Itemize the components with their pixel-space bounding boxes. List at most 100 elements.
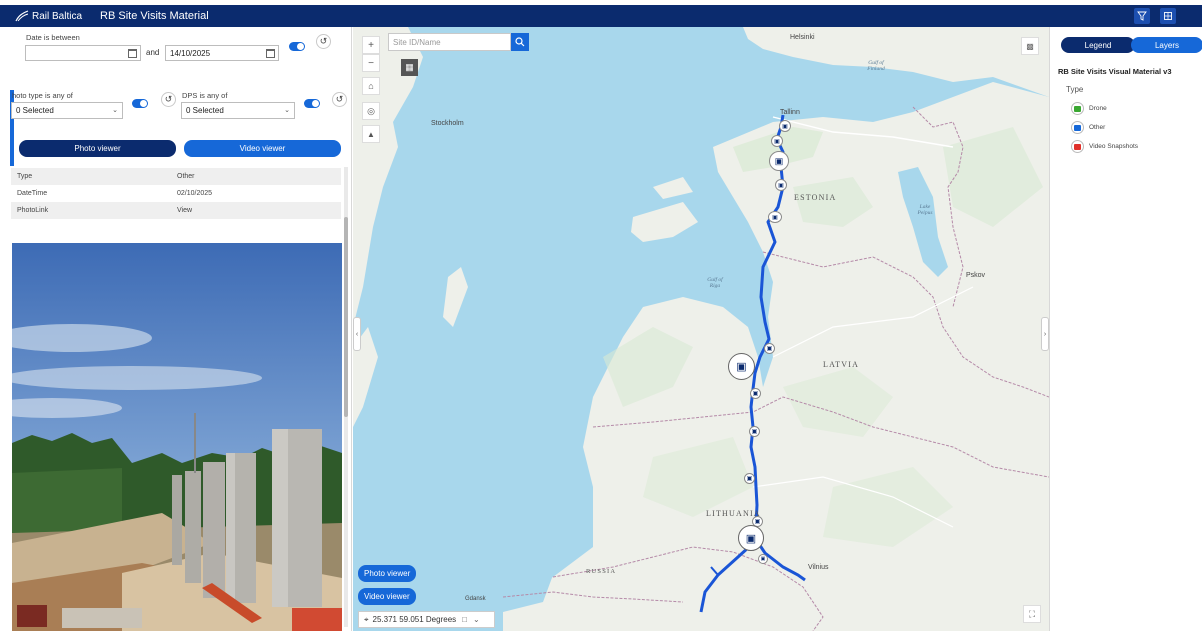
dps-value: 0 Selected	[186, 106, 224, 115]
photo-marker-icon: ▣	[778, 182, 784, 189]
date-to-value: 14/10/2025	[170, 49, 211, 58]
map-label-latvia: LATVIA	[823, 360, 860, 369]
date-from-input[interactable]	[25, 45, 141, 61]
camera-marker-icon: ▣	[736, 361, 747, 373]
copy-icon[interactable]: □	[462, 615, 467, 624]
zoom-out-button[interactable]: −	[362, 54, 380, 72]
field-value: 02/10/2025	[177, 190, 213, 197]
site-marker[interactable]: ▣	[771, 135, 783, 147]
legend-item: Drone	[1071, 102, 1107, 115]
home-button[interactable]: ⌂	[362, 77, 380, 95]
photo-marker-icon: ▣	[760, 556, 766, 562]
legend-panel: Legend Layers RB Site Visits Visual Mate…	[1049, 27, 1202, 631]
site-marker[interactable]: ▣	[750, 388, 761, 399]
coordinate-value: 25.371 59.051 Degrees	[372, 615, 457, 624]
map-label-lake-peipus: Lake Peipus	[917, 204, 933, 216]
filter-tool-button[interactable]	[1134, 8, 1150, 24]
site-marker[interactable]: ▣	[769, 151, 789, 171]
photo-type-reset-button[interactable]: ↺	[161, 92, 176, 107]
dps-toggle[interactable]	[304, 99, 320, 108]
chevron-down-icon: ⌄	[112, 107, 118, 114]
site-marker[interactable]: ▣	[779, 120, 791, 132]
photo-marker-icon: ▣	[754, 519, 761, 525]
filter-icon	[1137, 11, 1147, 21]
reset-icon: ↺	[335, 94, 344, 104]
tab-legend[interactable]: Legend	[1061, 37, 1135, 53]
site-marker[interactable]: ▣	[764, 343, 775, 354]
map-video-viewer-button[interactable]: Video viewer	[358, 588, 416, 605]
video-camera-icon	[1071, 140, 1084, 153]
and-label: and	[146, 48, 160, 57]
map-label-helsinki: Helsinki	[790, 34, 815, 41]
field-name: PhotoLink	[17, 207, 49, 214]
table-row: Type Other	[11, 168, 341, 185]
site-marker[interactable]: ▣	[744, 473, 755, 484]
map-label-tallinn: Tallinn	[780, 109, 800, 116]
map-photo-viewer-button[interactable]: Photo viewer	[358, 565, 417, 582]
search-button[interactable]	[511, 33, 529, 51]
calendar-icon	[128, 49, 137, 58]
fullscreen-button[interactable]: ⛶	[1023, 605, 1041, 623]
photo-link[interactable]: View	[177, 207, 341, 214]
collapse-left-panel-handle[interactable]: ‹	[353, 317, 361, 351]
locate-button[interactable]: ◎	[362, 102, 380, 120]
chevron-down-icon[interactable]: ⌄	[473, 615, 480, 624]
attribute-table: Type Other DateTime 02/10/2025 PhotoLink…	[11, 168, 341, 219]
app-page: Rail Baltica RB Site Visits Material Dat…	[0, 0, 1202, 631]
legend-item-label: Other	[1089, 124, 1106, 131]
layers-tool-icon	[1164, 12, 1172, 20]
map-label-estonia: ESTONIA	[794, 193, 837, 202]
app-header: Rail Baltica RB Site Visits Material	[0, 5, 1202, 27]
site-marker[interactable]: ▣	[749, 426, 760, 437]
coordinate-readout[interactable]: ⌖ 25.371 59.051 Degrees □ ⌄	[358, 611, 495, 628]
site-marker-selected[interactable]: ▣	[728, 353, 755, 380]
basemap	[353, 27, 1049, 631]
compass-button[interactable]: ▲	[362, 125, 380, 143]
legend-item-label: Drone	[1089, 105, 1107, 112]
field-value: Other	[177, 173, 195, 180]
site-marker-selected[interactable]: ▣	[738, 525, 764, 551]
video-viewer-button[interactable]: Video viewer	[184, 140, 341, 157]
zoom-in-button[interactable]: +	[362, 36, 380, 54]
photo-marker-icon: ▣	[746, 476, 753, 482]
date-filter-toggle[interactable]	[289, 42, 305, 51]
layer-title: RB Site Visits Visual Material v3	[1058, 67, 1172, 76]
dps-select[interactable]: 0 Selected ⌄	[181, 102, 295, 119]
photo-type-select[interactable]: 0 Selected ⌄	[11, 102, 123, 119]
legend-field-label: Type	[1066, 85, 1084, 94]
reset-icon: ↺	[319, 36, 328, 46]
reset-icon: ↺	[164, 94, 173, 104]
tab-layers[interactable]: Layers	[1131, 37, 1202, 53]
photo-marker-icon: ▣	[772, 214, 778, 221]
site-search-input[interactable]: Site ID/Name	[388, 33, 511, 51]
grid-icon: ▦	[405, 62, 414, 72]
date-filter-reset-button[interactable]: ↺	[316, 34, 331, 49]
map-label-lithuania: LITHUANIA	[706, 509, 761, 518]
collapse-right-panel-handle[interactable]: ›	[1041, 317, 1049, 351]
table-row: PhotoLink View	[11, 202, 341, 219]
legend-item: Other	[1071, 121, 1105, 134]
grid-tool-button[interactable]: ▦	[401, 59, 418, 76]
camera-marker-icon: ▣	[745, 532, 757, 545]
photo-type-toggle[interactable]	[132, 99, 148, 108]
site-marker[interactable]: ▣	[768, 211, 782, 223]
map-view[interactable]: Helsinki Stockholm Tallinn ESTONIA LATVI…	[353, 27, 1049, 631]
map-label-gulf-of-finland: Gulf of Finland	[867, 60, 885, 72]
site-marker[interactable]: ▣	[775, 179, 787, 191]
panel-scrollbar-thumb[interactable]	[344, 217, 348, 417]
layers-tool-button[interactable]	[1160, 8, 1176, 24]
map-label-vilnius: Vilnius	[808, 564, 829, 571]
photo-marker-icon: ▣	[752, 391, 759, 397]
minus-icon: −	[368, 57, 374, 69]
app-title: RB Site Visits Material	[100, 10, 209, 22]
map-label-gulf-of-riga: Gulf of Riga	[707, 277, 723, 289]
photo-marker-icon: ▣	[751, 429, 758, 435]
basemap-gallery-button[interactable]: ▩	[1021, 37, 1039, 55]
photo-viewer-button[interactable]: Photo viewer	[19, 140, 176, 157]
search-placeholder: Site ID/Name	[393, 38, 441, 47]
compass-icon: ▲	[367, 129, 375, 139]
date-to-input[interactable]: 14/10/2025	[165, 45, 279, 61]
dps-reset-button[interactable]: ↺	[332, 92, 347, 107]
logo-text: Rail Baltica	[32, 10, 83, 22]
site-marker[interactable]: ▣	[758, 554, 768, 564]
